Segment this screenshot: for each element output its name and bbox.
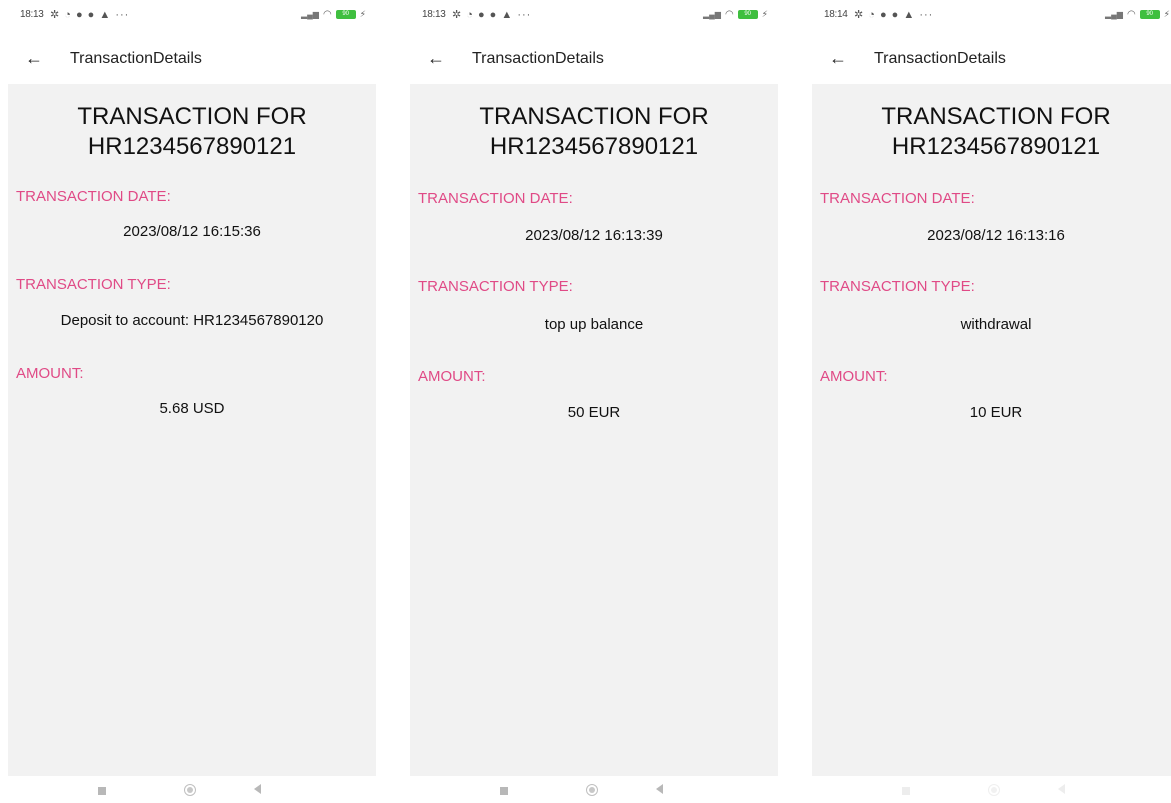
wifi-icon: ◠ [724, 9, 734, 20]
status-bar: 18:13 ✲ ◔ ● ● ▲ ··· ▂▄▆ ◠ 90 ⚡ [8, 6, 376, 28]
transaction-details-panel: TRANSACTION FOR HR1234567890121 TRANSACT… [812, 84, 1171, 776]
transaction-date-value: 2023/08/12 16:15:36 [123, 223, 261, 240]
charging-icon: ⚡ [761, 9, 768, 19]
charging-icon: ⚡ [359, 9, 366, 19]
signal-icon: ▂▄▆ [1104, 10, 1123, 19]
amount-value: 5.68 USD [159, 400, 225, 417]
transaction-details-panel: TRANSACTION FOR HR1234567890121 TRANSACT… [410, 84, 778, 776]
transaction-date-value: 2023/08/12 16:13:16 [927, 227, 1065, 244]
system-nav-bar [812, 780, 1171, 803]
status-time: 18:14 [824, 9, 848, 20]
page-title: TRANSACTION FOR HR1234567890121 [410, 102, 778, 162]
transaction-type-label: TRANSACTION TYPE: [418, 278, 573, 295]
amount-value: 10 EUR [969, 404, 1023, 421]
page-title-line-2: HR1234567890121 [87, 133, 297, 160]
system-icons: ▂▄▆ ◠ 90 ⚡ [301, 9, 366, 20]
transaction-type-value: top up balance [544, 316, 644, 333]
square-icon[interactable] [98, 787, 106, 795]
triangle-back-icon[interactable] [1058, 784, 1065, 794]
amount-label: AMOUNT: [418, 368, 486, 385]
amount-value: 50 EUR [567, 404, 621, 421]
circle-icon[interactable] [586, 784, 598, 796]
page-title-line-2: HR1234567890121 [891, 133, 1101, 160]
app-bar: ← TransactionDetails [410, 40, 778, 80]
status-bar: 18:13 ✲ ◔ ● ● ▲ ··· ▂▄▆ ◠ 90 ⚡ [410, 6, 778, 28]
phone-screen-3: 18:14 ✲ ◔ ● ● ▲ ··· ▂▄▆ ◠ 90 ⚡ ← Transac… [812, 0, 1171, 803]
status-time: 18:13 [20, 9, 44, 20]
square-icon[interactable] [902, 787, 910, 795]
app-bar: ← TransactionDetails [8, 40, 376, 80]
battery-icon: 90 [737, 10, 758, 19]
notification-icons: ✲ ◔ ● ● ▲ ··· [854, 9, 934, 21]
system-icons: ▂▄▆ ◠ 90 ⚡ [703, 9, 768, 20]
screens-container: 18:13 ✲ ◔ ● ● ▲ ··· ▂▄▆ ◠ 90 ⚡ ← Transac… [0, 0, 1171, 803]
page-title-line-2: HR1234567890121 [489, 133, 699, 160]
notification-icons: ✲ ◔ ● ● ▲ ··· [50, 9, 130, 21]
charging-icon: ⚡ [1163, 9, 1170, 19]
system-icons: ▂▄▆ ◠ 90 ⚡ [1105, 9, 1170, 20]
status-time: 18:13 [422, 9, 446, 20]
circle-icon[interactable] [988, 784, 1000, 796]
battery-icon: 90 [335, 10, 356, 19]
arrow-left-icon[interactable]: ← [826, 46, 850, 70]
notification-icons: ✲ ◔ ● ● ▲ ··· [452, 9, 532, 21]
page-title-line-1: TRANSACTION FOR [479, 103, 709, 130]
wifi-icon: ◠ [322, 9, 332, 20]
transaction-date-label: TRANSACTION DATE: [16, 188, 171, 205]
signal-icon: ▂▄▆ [702, 10, 721, 19]
page-title: TRANSACTION FOR HR1234567890121 [8, 102, 376, 162]
transaction-date-value: 2023/08/12 16:13:39 [525, 227, 663, 244]
page-title: TRANSACTION FOR HR1234567890121 [812, 102, 1171, 162]
triangle-back-icon[interactable] [656, 784, 663, 794]
circle-icon[interactable] [184, 784, 196, 796]
amount-label: AMOUNT: [820, 368, 888, 385]
wifi-icon: ◠ [1126, 9, 1136, 20]
system-nav-bar [410, 780, 778, 803]
app-bar-title: TransactionDetails [874, 50, 1006, 67]
page-title-line-1: TRANSACTION FOR [881, 103, 1111, 130]
square-icon[interactable] [500, 787, 508, 795]
transaction-type-label: TRANSACTION TYPE: [820, 278, 975, 295]
triangle-back-icon[interactable] [254, 784, 261, 794]
signal-icon: ▂▄▆ [300, 10, 319, 19]
transaction-details-panel: TRANSACTION FOR HR1234567890121 TRANSACT… [8, 84, 376, 776]
battery-icon: 90 [1139, 10, 1160, 19]
transaction-type-label: TRANSACTION TYPE: [16, 276, 171, 293]
phone-screen-1: 18:13 ✲ ◔ ● ● ▲ ··· ▂▄▆ ◠ 90 ⚡ ← Transac… [8, 0, 376, 803]
transaction-type-value: withdrawal [960, 316, 1032, 333]
arrow-left-icon[interactable]: ← [424, 46, 448, 70]
transaction-date-label: TRANSACTION DATE: [418, 190, 573, 207]
app-bar-title: TransactionDetails [472, 50, 604, 67]
app-bar-title: TransactionDetails [70, 50, 202, 67]
phone-screen-2: 18:13 ✲ ◔ ● ● ▲ ··· ▂▄▆ ◠ 90 ⚡ ← Transac… [410, 0, 778, 803]
transaction-type-value: Deposit to account: HR1234567890120 [60, 312, 324, 329]
amount-label: AMOUNT: [16, 365, 84, 382]
arrow-left-icon[interactable]: ← [22, 46, 46, 70]
page-title-line-1: TRANSACTION FOR [77, 103, 307, 130]
transaction-date-label: TRANSACTION DATE: [820, 190, 975, 207]
status-bar: 18:14 ✲ ◔ ● ● ▲ ··· ▂▄▆ ◠ 90 ⚡ [812, 6, 1171, 28]
system-nav-bar [8, 780, 376, 803]
app-bar: ← TransactionDetails [812, 40, 1171, 80]
